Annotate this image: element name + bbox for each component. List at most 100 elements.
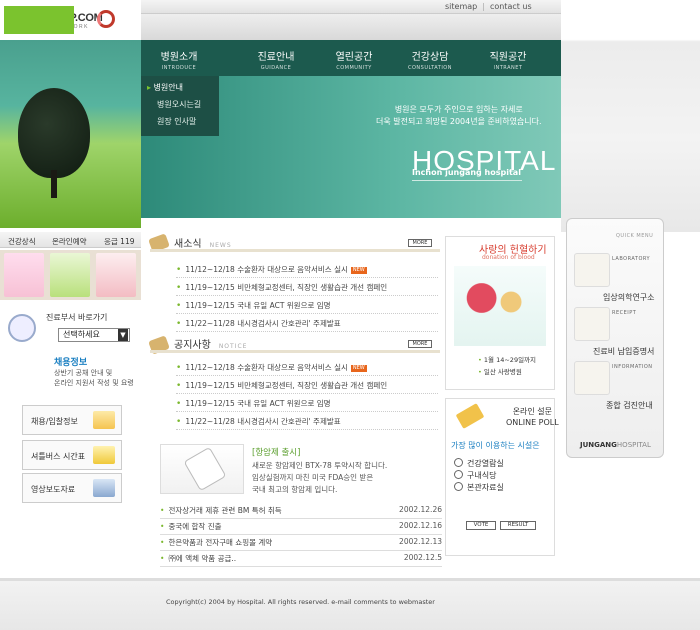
poll-title-en: ONLINE POLL [506,418,559,427]
notice-heading: 공지사항 NOTICE [174,336,247,351]
news-more-button[interactable]: MORE [408,239,432,247]
blood-bag-icon [454,266,546,346]
press-row[interactable]: ㈜에 액체 약품 공급.. 2002.12.5 [160,553,442,567]
quick-item-tag: INFORMATION [612,364,653,370]
nav-item-community[interactable]: 열린공간 COMMUNITY [320,48,388,71]
press-row[interactable]: 중국에 합작 진출 2002.12.16 [160,521,442,535]
submenu-item-directions[interactable]: 병원오시는길 [157,99,201,110]
donation-place: 일산 사랑병원 [478,366,522,376]
poll-option[interactable]: 건강열람실 [454,458,504,469]
quick-health-tips[interactable]: 건강상식 [8,236,36,247]
nav-label: 병원소개 [160,52,198,63]
department-select[interactable]: 선택하세요 [58,328,130,342]
news-text: 국내 유일 ACT 위원으로 임명 [237,301,331,310]
nav-label: 직원공간 [489,52,527,63]
receipt-icon[interactable] [574,307,610,341]
press-row[interactable]: 한은약품과 전자구매 쇼핑몰 계약 2002.12.13 [160,537,442,551]
notice-text: 비만체형교정센터, 직장인 생활습관 개선 캠페인 [237,381,388,390]
recruit-bid-button[interactable]: 채용/입찰정보 [22,405,122,435]
video-news-button[interactable]: 영상보도자료 [22,473,122,503]
notice-row[interactable]: 11/22~11/28 내시경검사시 간호관리' 주제발표 [176,416,438,430]
button-label: 채용/입찰정보 [31,417,78,426]
quick-menu-footer: JUNGANGHOSPITAL [580,441,651,449]
quick-item-laboratory[interactable]: 임상의학연구소 [603,292,655,303]
nav-item-introduce[interactable]: 병원소개 INTRODUCE [145,48,213,71]
first-aid-icon[interactable] [96,253,136,297]
calendar-icon[interactable] [50,253,90,297]
poll-title-ko: 온라인 설문 [512,407,553,416]
submenu-item-hospital-guide[interactable]: 병원안내 [147,82,183,93]
news-row[interactable]: 11/19~12/15 비만체형교정센터, 직장인 생활습관 개선 캠페인 [176,282,438,296]
news-divider [150,249,440,252]
news-row[interactable]: 11/12~12/18 수술환자 대상으로 음악서비스 실시NEW [176,264,438,278]
department-label: 진료부서 바로가기 [46,313,108,322]
notice-row[interactable]: 11/19~12/15 비만체형교정센터, 직장인 생활습관 개선 캠페인 [176,380,438,394]
nav-active-highlight [4,6,74,34]
poll-question: 가장 많이 이용하는 시설은 [451,441,540,450]
nav-sub: INTRANET [493,65,523,71]
nav-item-guidance[interactable]: 진료안내 GUIDANCE [242,48,310,71]
button-label: 영상보도자료 [31,485,76,494]
stethoscope-icon[interactable] [574,361,610,395]
top-links: sitemap | contact us [440,2,537,11]
news-date: 11/22~11/28 [185,319,235,328]
notice-more-button[interactable]: MORE [408,340,432,348]
press-text: 한은약품과 전자구매 쇼핑몰 계약 [168,538,273,547]
poll-option[interactable]: 본관자료실 [454,482,504,493]
news-row[interactable]: 11/22~11/28 내시경검사시 간호관리' 주제발표 [176,318,438,332]
donation-subtitle: donation of blood [482,254,535,261]
notice-date: 11/22~11/28 [185,417,235,426]
press-text: ㈜에 액체 약품 공급.. [168,554,237,563]
nav-item-consultation[interactable]: 건강상담 CONSULTATION [396,48,464,71]
health-box-icon[interactable] [4,253,44,297]
quick-item-checkup[interactable]: 종합 검진안내 [606,400,653,411]
product-title[interactable]: [항암제 출시] [252,446,300,458]
quick-online-booking[interactable]: 온라인예약 [52,236,87,247]
microscope-icon[interactable] [574,253,610,287]
press-date: 2002.12.5 [403,553,442,562]
quick-foot-light: HOSPITAL [616,441,651,449]
news-text: 비만체형교정센터, 직장인 생활습관 개선 캠페인 [237,283,388,292]
department-icon [8,314,36,342]
news-text: 내시경검사시 간호관리' 주제발표 [237,319,341,328]
result-button[interactable]: RESULT [500,521,536,530]
notice-divider [150,350,440,353]
shuttle-bus-button[interactable]: 셔틀버스 시간표 [22,440,122,470]
press-text: 전자상거래 제휴 관련 BM 특허 취득 [168,506,282,515]
product-line-3: 국내 최고의 항암제 입니다. [252,485,338,494]
product-line-1: 새로운 항암제인 BTX-78 투약시작 합니다. [252,461,388,470]
news-date: 11/19~12/15 [185,283,235,292]
poll-option[interactable]: 구내식당 [454,470,496,481]
recruit-title[interactable]: 채용정보 [54,355,87,368]
recruit-description: 상반기 공채 안내 및 온라인 지원서 작성 및 요령 [54,368,134,388]
right-header-panel [561,0,700,232]
notice-row[interactable]: 11/12~12/18 수술환자 대상으로 음악서비스 실시NEW [176,362,438,376]
recycle-icon [97,10,115,28]
news-row[interactable]: 11/19~12/15 국내 유일 ACT 위원으로 임명 [176,300,438,314]
notice-row[interactable]: 11/19~12/15 국내 유일 ACT 위원으로 임명 [176,398,438,412]
notice-tag: NOTICE [218,343,248,350]
press-date: 2002.12.26 [399,505,442,514]
tree-icon [18,88,90,178]
contact-us-link[interactable]: contact us [485,2,537,11]
nav-item-intranet[interactable]: 직원공간 INTRANET [474,48,542,71]
button-label: 셔틀버스 시간표 [31,452,86,461]
nav-sub: COMMUNITY [336,65,372,71]
submenu-item-greeting[interactable]: 원장 인사말 [157,116,196,127]
press-row[interactable]: 전자상거래 제휴 관련 BM 특허 취득 2002.12.26 [160,505,442,519]
sitemap-link[interactable]: sitemap [440,2,482,11]
quick-item-receipt[interactable]: 진료비 납입증명서 [593,346,654,357]
product-description: 새로운 항암제인 BTX-78 투약시작 합니다. 임상실험까지 마친 미국 F… [252,460,442,496]
hero-subtitle: Inchon jungang hospital [412,168,521,177]
notice-date: 11/19~12/15 [185,399,235,408]
vote-button[interactable]: VOTE [466,521,496,530]
recruit-line-2: 온라인 지원서 작성 및 요령 [54,379,134,387]
new-badge: NEW [350,266,367,274]
quick-emergency[interactable]: 응급 119 [104,236,135,247]
document-icon [93,411,115,429]
news-date: 11/19~12/15 [185,301,235,310]
nav-label: 열린공간 [335,52,373,63]
notice-date: 11/19~12/15 [185,381,235,390]
quick-foot-bold: JUNGANG [580,441,617,449]
news-text: 수술환자 대상으로 음악서비스 실시 [237,265,348,274]
